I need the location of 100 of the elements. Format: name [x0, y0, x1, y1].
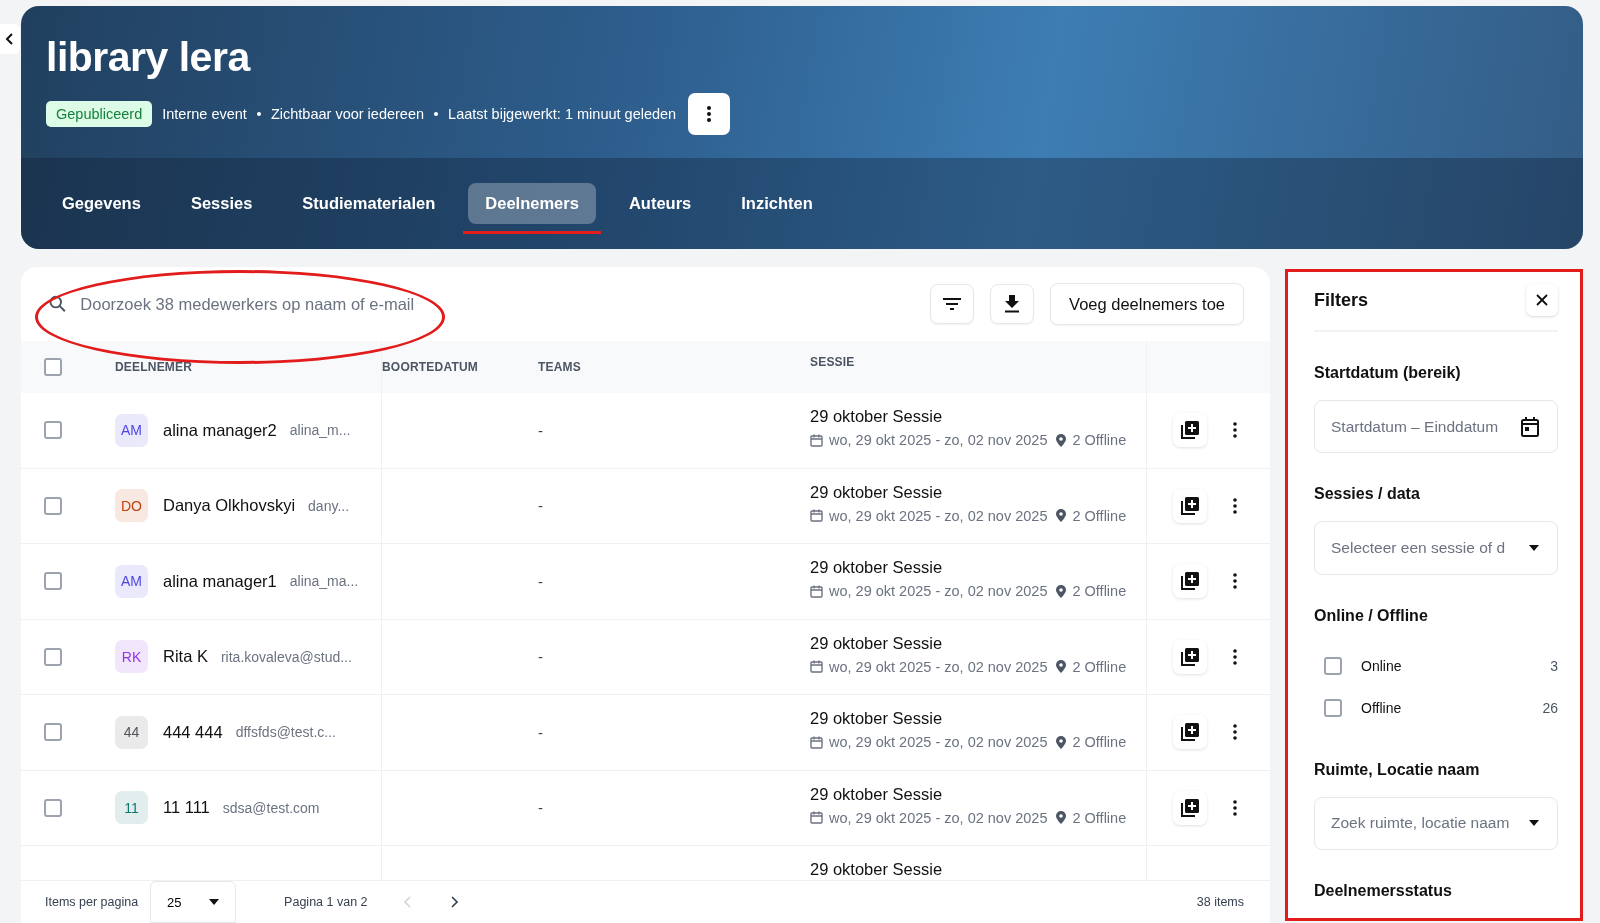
more-icon [1233, 724, 1237, 741]
column-header: DEELNEMER [115, 360, 193, 374]
tab[interactable]: Sessies [173, 183, 270, 224]
page-indicator: Pagina 1 van 2 [284, 895, 368, 909]
more-button[interactable] [688, 93, 731, 135]
close-icon [1536, 294, 1548, 306]
participant-email: dffsfds@test.c... [235, 724, 336, 741]
add-participants-button[interactable]: Voeg deelnemers toe [1050, 283, 1244, 325]
library-add-icon [1181, 647, 1199, 666]
session-location: 2 Offline [1072, 658, 1127, 675]
add-to-session-button[interactable] [1173, 488, 1207, 523]
filter-checkbox[interactable] [1324, 698, 1342, 717]
calendar-icon [810, 735, 823, 749]
items-per-page-label: Items per pagina [45, 895, 139, 909]
row-checkbox[interactable] [44, 647, 62, 666]
session-title: 29 oktober Sessie [810, 633, 944, 653]
session-location: 2 Offline [1072, 583, 1127, 599]
option-label: Online [1361, 657, 1403, 674]
teams-cell: - [538, 421, 543, 439]
session-location: 2 Offline [1072, 809, 1127, 826]
session-title: 29 oktober Sessie [810, 784, 944, 804]
add-to-session-button[interactable] [1173, 715, 1207, 750]
row-checkbox[interactable] [44, 723, 62, 742]
separator-dot [434, 112, 439, 116]
participant-name: Rita K [163, 647, 208, 667]
filters-title: Filters [1314, 289, 1369, 311]
calendar-icon [810, 660, 823, 673]
column-header: TEAMS [538, 360, 581, 374]
filter-icon [943, 298, 962, 310]
select-all-checkbox[interactable] [44, 358, 62, 376]
tab[interactable]: Gegevens [45, 183, 158, 224]
more-icon [1233, 648, 1237, 665]
filter-label: Ruimte, Locatie naam [1314, 760, 1481, 779]
search-icon [49, 295, 67, 313]
caret-icon [1529, 545, 1539, 551]
calendar-icon [810, 433, 823, 447]
filter-label: Sessies / data [1314, 485, 1421, 504]
participant-email: rita.kovaleva@stud... [220, 648, 352, 665]
location-pin-icon [1056, 735, 1067, 749]
participant-email: sdsa@test.com [222, 799, 320, 816]
teams-cell: - [538, 799, 543, 817]
filter-checkbox[interactable] [1324, 656, 1342, 675]
row-checkbox[interactable] [44, 496, 62, 515]
participant-name: alina manager2 [163, 420, 277, 440]
chevron-right-icon [449, 896, 458, 908]
add-to-session-button[interactable] [1173, 639, 1207, 674]
avatar: AM [115, 413, 148, 447]
avatar: 11 [115, 791, 148, 825]
avatar: AM [115, 564, 148, 598]
date-range-field[interactable]: Startdatum – Einddatum [1314, 400, 1558, 454]
chevron-left-icon [5, 32, 15, 46]
tab[interactable]: Auteurs [611, 183, 709, 224]
calendar-icon [1521, 416, 1539, 437]
teams-cell: - [538, 723, 543, 741]
caret-icon [209, 899, 220, 905]
row-checkbox[interactable] [44, 421, 62, 440]
library-add-icon [1181, 421, 1199, 440]
filter-label: Deelnemersstatus [1314, 882, 1453, 900]
row-checkbox[interactable] [44, 798, 62, 817]
participant-email: alina_ma... [289, 573, 359, 590]
event-meta: Laatst bijgewerkt: 1 minuut geleden [448, 106, 677, 122]
row-checkbox[interactable] [44, 572, 62, 591]
add-to-session-button[interactable] [1173, 564, 1207, 599]
filter-button[interactable] [930, 284, 975, 324]
location-pin-icon [1056, 433, 1067, 447]
filter-label: Online / Offline [1314, 606, 1429, 625]
total-items: 38 items [1196, 895, 1244, 909]
calendar-icon [810, 811, 823, 824]
avatar: 44 [115, 715, 148, 749]
add-to-session-button[interactable] [1173, 413, 1207, 448]
location-pin-icon [1056, 584, 1067, 598]
library-add-icon [1181, 496, 1199, 515]
session-dates: wo, 29 okt 2025 - zo, 02 nov 2025 [829, 583, 1048, 599]
back-button[interactable] [0, 24, 20, 54]
chevron-left-icon [403, 896, 412, 908]
close-button[interactable] [1526, 284, 1558, 316]
calendar-icon [810, 509, 823, 522]
avatar: RK [115, 640, 148, 674]
session-title: 29 oktober Sessie [810, 407, 944, 426]
download-button[interactable] [990, 284, 1035, 324]
option-count: 3 [1550, 657, 1558, 674]
location-pin-icon [1056, 509, 1067, 522]
filter-label: Startdatum (bereik) [1314, 364, 1462, 382]
caret-icon [1529, 820, 1539, 827]
session-title: 29 oktober Sessie [810, 558, 944, 577]
participant-name: 11 111 [163, 798, 210, 818]
select-field[interactable]: Zoek ruimte, locatie naam [1314, 796, 1558, 850]
items-per-page-select[interactable]: 25 [150, 881, 237, 923]
select-field[interactable]: Selecteer een sessie of d [1314, 521, 1558, 575]
status-badge: Gepubliceerd [46, 101, 153, 127]
participant-email: dany... [308, 497, 350, 514]
participant-name: alina manager1 [163, 571, 277, 591]
tab[interactable]: Deelnemers [468, 183, 596, 224]
session-dates: wo, 29 okt 2025 - zo, 02 nov 2025 [829, 432, 1048, 448]
tab[interactable]: Studiematerialen [285, 183, 453, 224]
session-title: 29 oktober Sessie [810, 482, 944, 502]
tab[interactable]: Inzichten [724, 183, 830, 224]
calendar-icon [810, 584, 823, 598]
more-icon [1233, 422, 1237, 439]
add-to-session-button[interactable] [1173, 790, 1207, 825]
